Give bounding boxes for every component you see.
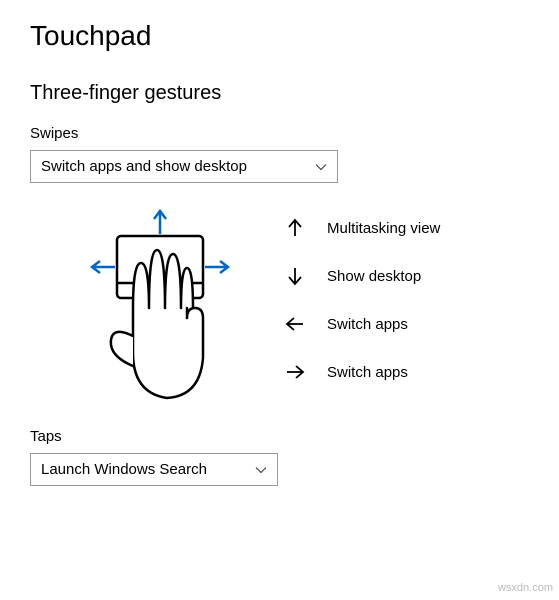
chevron-down-icon bbox=[315, 161, 327, 173]
arrow-up-icon bbox=[285, 218, 305, 238]
section-heading: Three-finger gestures bbox=[30, 82, 529, 105]
page-title: Touchpad bbox=[30, 20, 529, 52]
arrow-down-icon bbox=[285, 266, 305, 286]
arrow-left-icon bbox=[285, 314, 305, 334]
legend-row-up: Multitasking view bbox=[285, 218, 440, 238]
legend-down-label: Show desktop bbox=[327, 268, 421, 285]
gesture-diagram-section: Multitasking view Show desktop Switch ap… bbox=[30, 208, 529, 408]
gesture-legend: Multitasking view Show desktop Switch ap… bbox=[285, 208, 440, 382]
taps-dropdown[interactable]: Launch Windows Search bbox=[30, 453, 278, 486]
chevron-down-icon bbox=[255, 464, 267, 476]
legend-row-down: Show desktop bbox=[285, 266, 440, 286]
legend-row-left: Switch apps bbox=[285, 314, 440, 334]
swipes-label: Swipes bbox=[30, 125, 529, 142]
taps-dropdown-value: Launch Windows Search bbox=[41, 461, 207, 478]
legend-left-label: Switch apps bbox=[327, 316, 408, 333]
legend-up-label: Multitasking view bbox=[327, 220, 440, 237]
legend-row-right: Switch apps bbox=[285, 362, 440, 382]
swipes-dropdown[interactable]: Switch apps and show desktop bbox=[30, 150, 338, 183]
arrow-right-icon bbox=[285, 362, 305, 382]
three-finger-gesture-illustration bbox=[75, 208, 245, 408]
legend-right-label: Switch apps bbox=[327, 364, 408, 381]
watermark: wsxdn.com bbox=[498, 582, 553, 594]
taps-label: Taps bbox=[30, 428, 529, 445]
swipes-dropdown-value: Switch apps and show desktop bbox=[41, 158, 247, 175]
